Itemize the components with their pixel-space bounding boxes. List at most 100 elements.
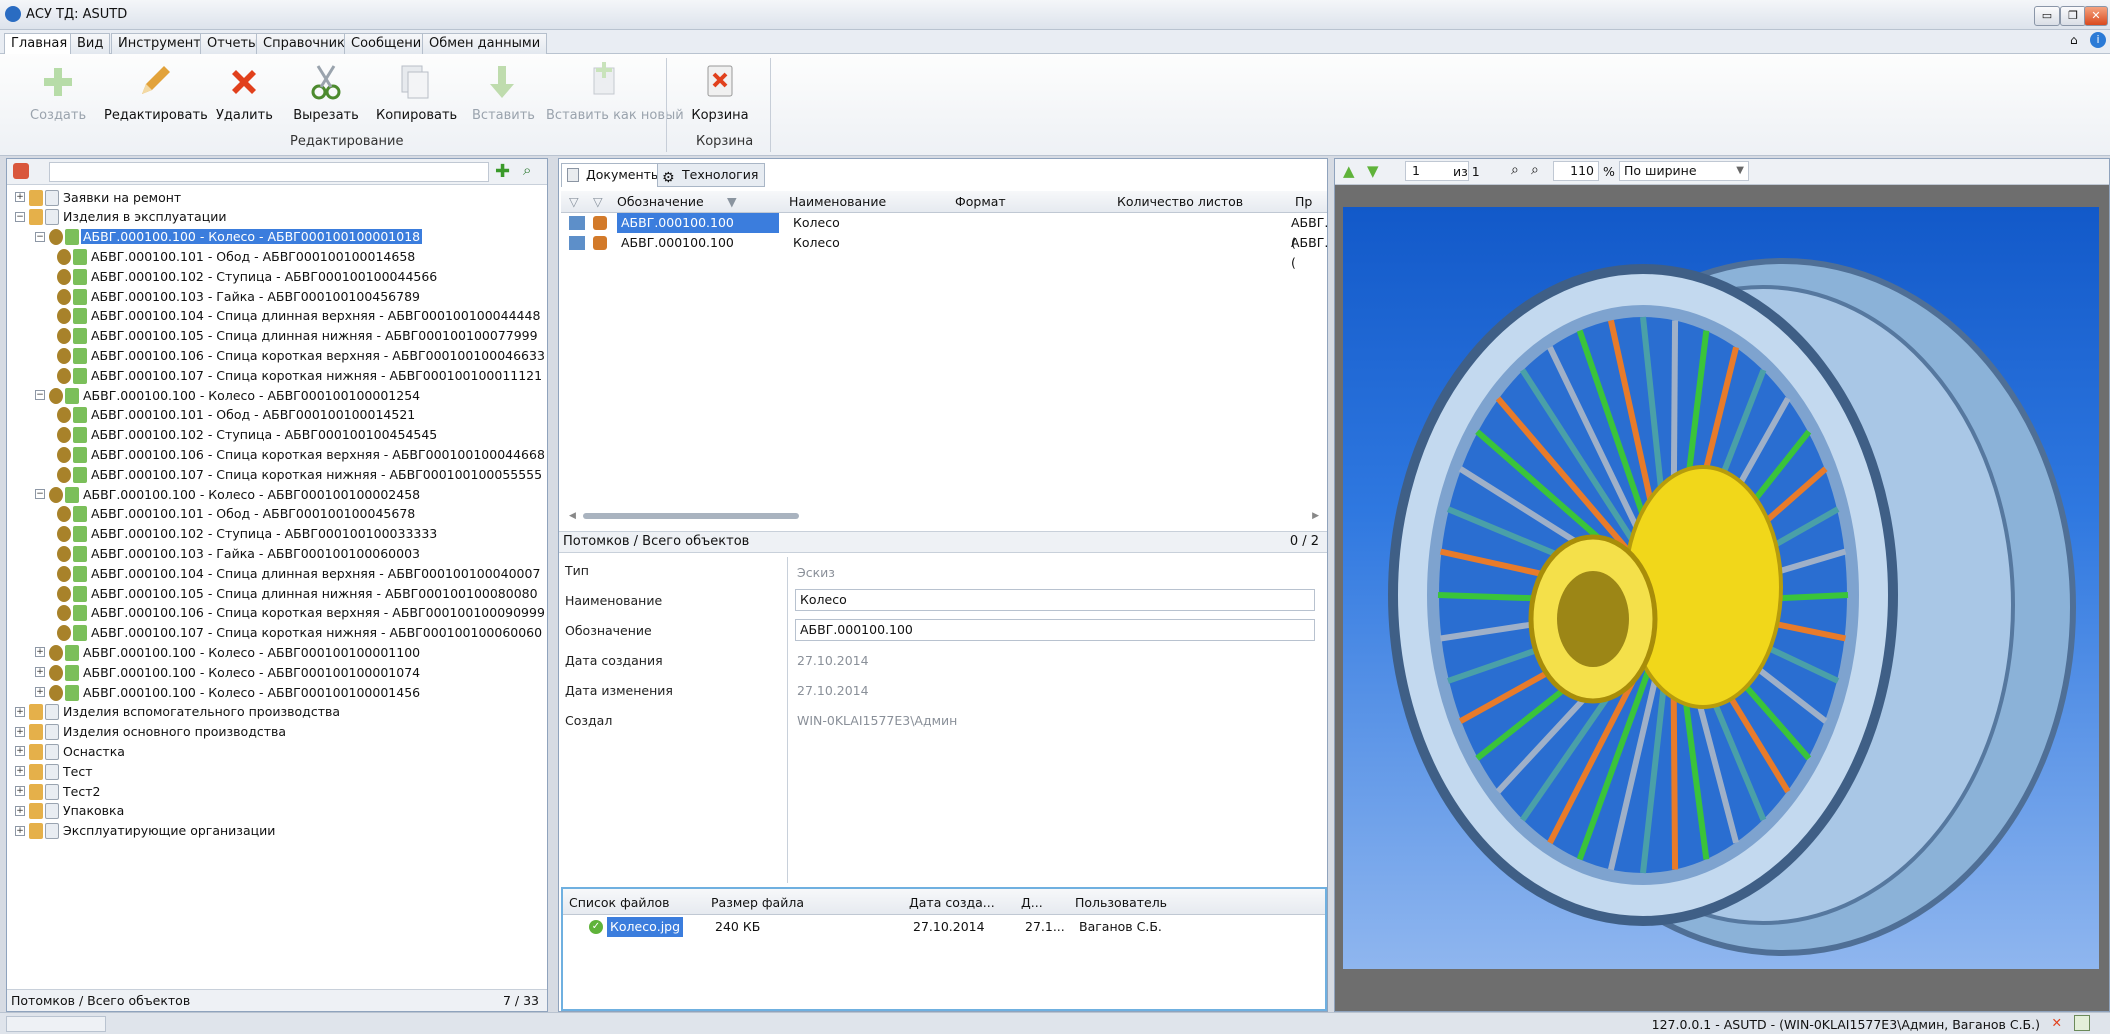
expand-toggle-icon[interactable]: +	[15, 746, 25, 757]
home-icon[interactable]	[13, 163, 29, 179]
tab-main[interactable]: Главная	[4, 33, 75, 54]
column-file-list[interactable]: Список файлов	[569, 895, 670, 910]
designation-field[interactable]: АБВГ.000100.100	[795, 619, 1315, 641]
tree-part-item[interactable]: АБВГ.000100.105 - Спица длинная нижняя -…	[57, 583, 540, 603]
tree-part-item[interactable]: АБВГ.000100.103 - Гайка - АБВГ0001001000…	[57, 543, 422, 563]
tree-search-input[interactable]	[49, 162, 489, 182]
expand-toggle-icon[interactable]: +	[15, 766, 25, 777]
tree-part-item[interactable]: АБВГ.000100.103 - Гайка - АБВГ0001001004…	[57, 286, 422, 306]
tree-product-item[interactable]: + АБВГ.000100.100 - Колесо - АБВГ00010010…	[35, 662, 422, 682]
add-icon[interactable]: ✚	[495, 161, 510, 182]
tab-technology[interactable]: ⚙ Технология	[657, 163, 766, 187]
tree-folder-item[interactable]: + Упаковка	[15, 801, 126, 821]
tree-part-item[interactable]: АБВГ.000100.107 - Спица короткая нижняя …	[57, 623, 544, 643]
tree-product-item[interactable]: − АБВГ.000100.100 - Колесо - АБВГ00010010…	[35, 385, 422, 405]
table-row[interactable]: АБВГ.000100.100 Колесо АБВГ.(	[561, 213, 1328, 250]
expand-toggle-icon[interactable]: −	[35, 231, 45, 242]
expand-toggle-icon[interactable]: −	[35, 390, 45, 400]
collapse-ribbon-icon[interactable]: ⌂	[2070, 33, 2078, 47]
tree-part-item[interactable]: АБВГ.000100.106 - Спица короткая верхняя…	[57, 444, 547, 464]
tree-folder-item[interactable]: − Изделия в эксплуатации	[15, 207, 228, 227]
column-created-date[interactable]: Дата созда...	[909, 895, 995, 910]
tree-folder-item[interactable]: + Эксплуатирующие организации	[15, 821, 277, 841]
tree-product-item[interactable]: + АБВГ.000100.100 - Колесо - АБВГ00010010…	[35, 642, 422, 662]
search-icon[interactable]: ⌕	[523, 161, 531, 179]
tree-part-item[interactable]: АБВГ.000100.106 - Спица короткая верхняя…	[57, 603, 547, 623]
tree-folder-item[interactable]: + Оснастка	[15, 741, 127, 761]
expand-toggle-icon[interactable]: +	[15, 825, 25, 836]
tree-part-item[interactable]: АБВГ.000100.104 - Спица длинная верхняя …	[57, 563, 542, 583]
column-file-size[interactable]: Размер файла	[711, 895, 804, 910]
tree-folder-item[interactable]: + Тест2	[15, 781, 102, 801]
tab-data-exchange[interactable]: Обмен данными	[422, 33, 548, 54]
tree-part-item[interactable]: АБВГ.000100.107 - Спица короткая нижняя …	[57, 365, 544, 385]
paste-button[interactable]: Вставить	[472, 60, 535, 123]
file-row[interactable]: ✓ Колесо.jpg 240 КБ 27.10.2014 27.1... В…	[563, 917, 1325, 937]
horizontal-scrollbar[interactable]: ◀ ▶	[569, 511, 1319, 521]
name-field[interactable]: Колесо	[795, 589, 1315, 611]
filter-icon[interactable]: ▽	[569, 194, 579, 209]
cut-button[interactable]: Вырезать	[292, 60, 360, 123]
calendar-icon[interactable]	[2074, 1015, 2090, 1031]
help-icon[interactable]: i	[2090, 32, 2106, 48]
scrollbar-thumb[interactable]	[583, 513, 799, 519]
filter-icon[interactable]: ▽	[593, 194, 603, 209]
edit-button[interactable]: Редактировать	[104, 60, 208, 123]
tree-part-item[interactable]: АБВГ.000100.104 - Спица длинная верхняя …	[57, 306, 542, 326]
tree-product-item[interactable]: − АБВГ.000100.100 - Колесо - АБВГ00010010…	[35, 227, 423, 247]
expand-toggle-icon[interactable]: +	[35, 687, 45, 697]
expand-toggle-icon[interactable]: −	[15, 211, 25, 222]
minimize-button[interactable]: ▭	[2034, 6, 2060, 26]
expand-toggle-icon[interactable]: +	[15, 805, 25, 816]
zoom-in-icon[interactable]: ⌕	[1511, 162, 1519, 178]
tree-part-item[interactable]: АБВГ.000100.102 - Ступица - АБВГ00010010…	[57, 266, 439, 286]
expand-toggle-icon[interactable]: +	[35, 647, 45, 658]
tree-product-item[interactable]: − АБВГ.000100.100 - Колесо - АБВГ00010010…	[35, 484, 422, 504]
next-page-icon[interactable]: ▼	[1367, 162, 1379, 180]
tree-part-item[interactable]: АБВГ.000100.102 - Ступица - АБВГ00010010…	[57, 425, 439, 445]
create-button[interactable]: Создать	[30, 60, 86, 123]
ribbon-separator	[770, 58, 771, 152]
expand-toggle-icon[interactable]: +	[15, 726, 25, 737]
column-name[interactable]: Наименование	[789, 194, 886, 209]
expand-toggle-icon[interactable]: +	[15, 192, 25, 202]
prev-page-icon[interactable]: ▲	[1343, 162, 1355, 180]
paste-as-new-button[interactable]: Вставить как новый	[546, 60, 684, 123]
tree-part-item[interactable]: АБВГ.000100.105 - Спица длинная нижняя -…	[57, 326, 540, 346]
expand-toggle-icon[interactable]: +	[15, 706, 25, 717]
tree-product-item[interactable]: + АБВГ.000100.100 - Колесо - АБВГ00010010…	[35, 682, 422, 702]
sort-desc-icon[interactable]: ▼	[727, 194, 737, 209]
delete-button[interactable]: Удалить	[216, 60, 273, 123]
zoom-input[interactable]: 110	[1553, 161, 1599, 181]
part-icon	[57, 605, 71, 622]
table-row[interactable]: АБВГ.000100.100 Колесо АБВГ.(	[561, 233, 1328, 270]
column-user[interactable]: Пользователь	[1075, 895, 1167, 910]
tree-folder-item[interactable]: + Изделия вспомогательного производства	[15, 702, 342, 722]
tree-part-item[interactable]: АБВГ.000100.106 - Спица короткая верхняя…	[57, 345, 547, 365]
tree-folder-item[interactable]: + Изделия основного производства	[15, 722, 288, 742]
column-note[interactable]: Пр	[1295, 194, 1312, 209]
disconnect-icon[interactable]: ✕	[2052, 1015, 2062, 1030]
column-sheet-count[interactable]: Количество листов	[1117, 194, 1243, 209]
tree-part-item[interactable]: АБВГ.000100.102 - Ступица - АБВГ00010010…	[57, 524, 439, 544]
column-designation[interactable]: Обозначение	[617, 194, 704, 209]
expand-toggle-icon[interactable]: +	[15, 786, 25, 796]
tree-part-item[interactable]: АБВГ.000100.101 - Обод - АБВГ00010010001…	[57, 246, 417, 266]
tab-view[interactable]: Вид	[70, 33, 111, 54]
column-d[interactable]: Д...	[1021, 895, 1043, 910]
column-format[interactable]: Формат	[955, 194, 1006, 209]
tree-folder-item[interactable]: + Тест	[15, 761, 94, 781]
zoom-out-icon[interactable]: ⌕	[1531, 162, 1539, 178]
fit-mode-select[interactable]: По ширине ▼	[1619, 161, 1749, 181]
tab-documents[interactable]: Документы	[561, 163, 668, 187]
tree-part-item[interactable]: АБВГ.000100.101 - Обод - АБВГ00010010001…	[57, 405, 417, 425]
expand-toggle-icon[interactable]: +	[35, 667, 45, 678]
tree-part-item[interactable]: АБВГ.000100.101 - Обод - АБВГ00010010004…	[57, 504, 417, 524]
restore-button[interactable]: ❐	[2060, 6, 2086, 26]
tree-part-item[interactable]: АБВГ.000100.107 - Спица короткая нижняя …	[57, 464, 544, 484]
tree-folder-item[interactable]: + Заявки на ремонт	[15, 187, 183, 207]
close-button[interactable]: ✕	[2084, 6, 2108, 26]
copy-button[interactable]: Копировать	[376, 60, 457, 123]
trash-button[interactable]: Корзина	[690, 60, 750, 123]
expand-toggle-icon[interactable]: −	[35, 489, 45, 499]
